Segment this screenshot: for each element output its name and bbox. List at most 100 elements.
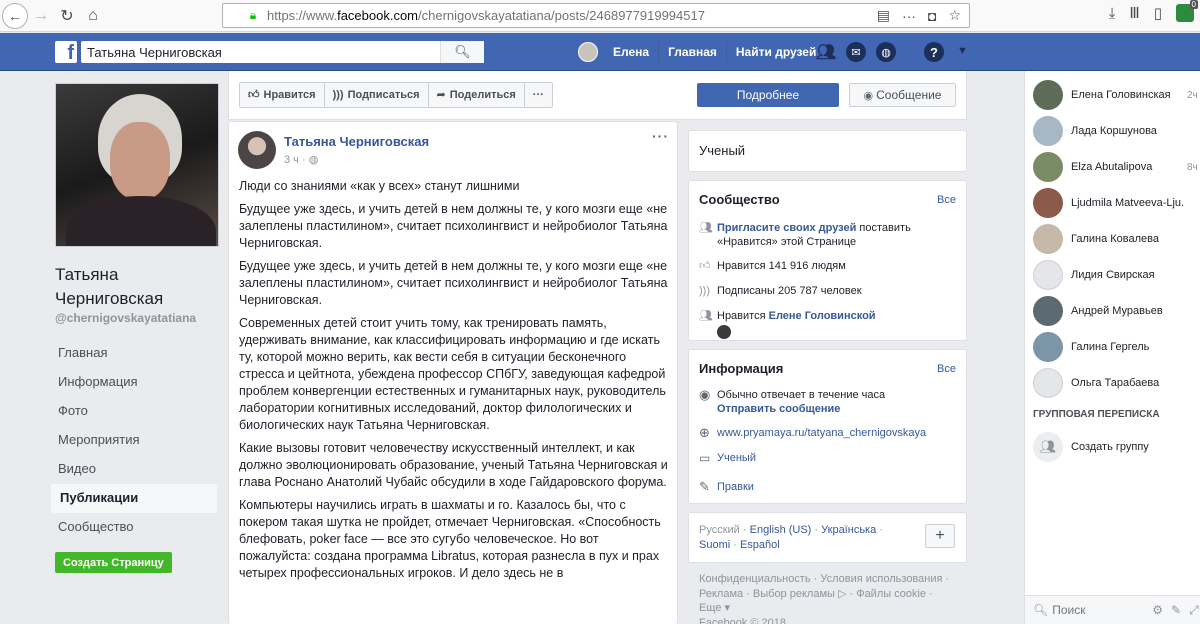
invite-friends-link[interactable]: Пригласите своих друзей bbox=[717, 222, 856, 234]
post-author-avatar[interactable] bbox=[238, 131, 276, 169]
url-bar[interactable]: ⓘ 🔒︎ https://www.facebook.com/chernigovs… bbox=[222, 3, 970, 28]
back-arrow-icon[interactable]: ← bbox=[2, 2, 28, 29]
page-nav-home[interactable]: Главная bbox=[51, 339, 217, 368]
more-languages-button[interactable]: + bbox=[925, 524, 955, 548]
download-icon[interactable]: ⤓ bbox=[1109, 5, 1116, 22]
subscribe-button[interactable]: ))) Подписаться bbox=[325, 83, 429, 107]
new-message-icon[interactable]: ✎ bbox=[1171, 603, 1181, 618]
like-button[interactable]: 👍︎ Нравится bbox=[240, 83, 325, 107]
language-link[interactable]: English (US) bbox=[750, 524, 812, 536]
messenger-icon[interactable]: ✉ bbox=[846, 42, 866, 62]
messenger-icon: ◉ bbox=[699, 387, 711, 402]
page-nav-photos[interactable]: Фото bbox=[51, 397, 217, 426]
user-avatar[interactable] bbox=[578, 42, 598, 62]
chat-contact[interactable]: Лада Коршунова bbox=[1033, 115, 1200, 147]
create-group-button[interactable]: 👥︎ Создать группу bbox=[1033, 432, 1149, 462]
chat-contact[interactable]: Галина Ковалева bbox=[1033, 223, 1200, 255]
chat-contact[interactable]: Елена Головинская 2ч bbox=[1033, 79, 1200, 111]
followers-row: ))) Подписаны 205 787 человек bbox=[699, 284, 953, 298]
footer-more[interactable]: Еще ▾ bbox=[699, 601, 959, 616]
friend-name-link[interactable]: Елене Головинской bbox=[769, 310, 876, 322]
page-nav-videos[interactable]: Видео bbox=[51, 455, 217, 484]
post-text: Люди со знаниями «как у всех» станут лиш… bbox=[239, 178, 669, 588]
post-timestamp[interactable]: 3 ч · ◍ bbox=[284, 153, 318, 166]
facebook-header: f 🔍︎ Елена Главная Найти друзей 👥︎ ✉ ◍ ?… bbox=[0, 33, 1200, 71]
contact-name: Галина Ковалева bbox=[1071, 233, 1160, 245]
library-icon[interactable]: Ⅲ bbox=[1129, 4, 1139, 22]
language-link[interactable]: Suomi bbox=[699, 539, 730, 551]
facebook-logo-icon[interactable]: f bbox=[55, 41, 77, 63]
friend-avatar[interactable] bbox=[717, 325, 731, 339]
expand-icon[interactable]: ⤢ bbox=[1189, 603, 1199, 618]
category-card[interactable]: Ученый bbox=[688, 130, 967, 172]
nav-find-friends[interactable]: Найти друзей bbox=[727, 42, 825, 62]
profile-picture[interactable] bbox=[55, 83, 219, 247]
footer-line[interactable]: Конфиденциальность · Условия использован… bbox=[699, 572, 959, 587]
chat-contact[interactable]: Лидия Свирская bbox=[1033, 259, 1200, 291]
post-options-icon[interactable]: ··· bbox=[652, 128, 669, 144]
browser-tools: ⤓ Ⅲ ▯ 0 bbox=[1109, 0, 1198, 22]
sidebar-icon[interactable]: ▯ bbox=[1154, 4, 1162, 22]
info-see-all-link[interactable]: Все bbox=[937, 363, 956, 375]
forward-arrow-icon[interactable]: → bbox=[28, 3, 54, 29]
url-prefix: https://www. bbox=[267, 8, 338, 23]
contact-name: Elza Abutalipova bbox=[1071, 161, 1153, 173]
chat-search-input[interactable] bbox=[1052, 603, 1153, 617]
nav-home[interactable]: Главная bbox=[659, 42, 727, 62]
page-nav-posts[interactable]: Публикации bbox=[51, 484, 217, 513]
url-text[interactable]: https://www.facebook.com/chernigovskayat… bbox=[267, 8, 705, 23]
page-title: Татьяна Черниговская bbox=[55, 265, 164, 308]
chat-contact[interactable]: Андрей Муравьев bbox=[1033, 295, 1200, 327]
friend-requests-icon[interactable]: 👥︎ bbox=[816, 42, 836, 62]
nav-user-name[interactable]: Елена bbox=[604, 42, 660, 62]
more-options-button[interactable]: ··· bbox=[525, 83, 552, 107]
category-icon: ▭ bbox=[699, 451, 711, 465]
chat-contact[interactable]: Галина Гергель bbox=[1033, 331, 1200, 363]
search-icon[interactable]: 🔍︎ bbox=[440, 41, 484, 63]
settings-gear-icon[interactable]: ⚙ bbox=[1152, 603, 1163, 618]
extension-icon[interactable]: 0 bbox=[1176, 0, 1198, 22]
post-author-name[interactable]: Татьяна Черниговская bbox=[284, 134, 429, 149]
contact-name: Галина Гергель bbox=[1071, 341, 1150, 353]
post-card: Татьяна Черниговская 3 ч · ◍ ··· Люди со… bbox=[228, 121, 678, 624]
contact-avatar bbox=[1033, 260, 1063, 290]
send-message-link[interactable]: Отправить сообщение bbox=[717, 403, 840, 415]
page-nav-community[interactable]: Сообщество bbox=[51, 513, 217, 542]
page-nav-info[interactable]: Информация bbox=[51, 368, 217, 397]
home-icon[interactable]: ⌂ bbox=[80, 3, 106, 29]
chat-contact[interactable]: Elza Abutalipova 8ч bbox=[1033, 151, 1200, 183]
contact-avatar bbox=[1033, 368, 1063, 398]
pocket-icon[interactable]: ◘ bbox=[928, 8, 936, 24]
chat-sidebar: Елена Головинская 2ч Лада Коршунова Elza Ab… bbox=[1024, 71, 1200, 624]
page-nav-events[interactable]: Мероприятия bbox=[51, 426, 217, 455]
help-icon[interactable]: ? bbox=[924, 42, 944, 62]
language-link[interactable]: Español bbox=[740, 539, 780, 551]
details-button[interactable]: Подробнее bbox=[697, 83, 839, 107]
category-link[interactable]: Ученый bbox=[717, 451, 953, 465]
chat-contact[interactable]: Ольга Тарабаева bbox=[1033, 367, 1200, 399]
create-page-button[interactable]: Создать Страницу bbox=[55, 552, 172, 573]
account-menu-caret-icon[interactable]: ▼ bbox=[957, 45, 968, 57]
language-link[interactable]: Українська bbox=[821, 524, 876, 536]
bookmark-star-icon[interactable]: ☆ bbox=[948, 7, 961, 24]
website-link[interactable]: www.pryamaya.ru/tatyana_chernigovskaya bbox=[717, 426, 953, 440]
reload-icon[interactable]: ↻ bbox=[54, 3, 80, 29]
create-group-label: Создать группу bbox=[1071, 441, 1149, 453]
globe-icon: ◍ bbox=[308, 154, 319, 166]
page-actions-icon[interactable]: ··· bbox=[902, 8, 916, 24]
contact-last-active: 8ч bbox=[1187, 161, 1198, 173]
message-button[interactable]: ◉ Сообщение bbox=[849, 83, 956, 107]
share-arrow-icon: ➦ bbox=[436, 89, 446, 101]
edits-link[interactable]: Правки bbox=[717, 480, 953, 494]
thumbs-up-icon: 👍︎ bbox=[248, 89, 260, 101]
pencil-icon: ✎ bbox=[699, 479, 710, 494]
share-button[interactable]: ➦ Поделиться bbox=[429, 83, 525, 107]
footer-line[interactable]: Реклама · Выбор рекламы ▷ · Файлы cookie… bbox=[699, 587, 959, 602]
search-input[interactable] bbox=[81, 44, 441, 60]
notifications-globe-icon[interactable]: ◍ bbox=[876, 42, 896, 62]
invite-friends-icon: 👥︎ bbox=[699, 222, 713, 234]
chat-contact[interactable]: Ljudmila Matveeva-Lju... bbox=[1033, 187, 1200, 219]
contact-name: Лада Коршунова bbox=[1071, 125, 1157, 137]
community-see-all-link[interactable]: Все bbox=[937, 194, 956, 206]
reader-view-icon[interactable]: ▤ bbox=[877, 7, 890, 24]
